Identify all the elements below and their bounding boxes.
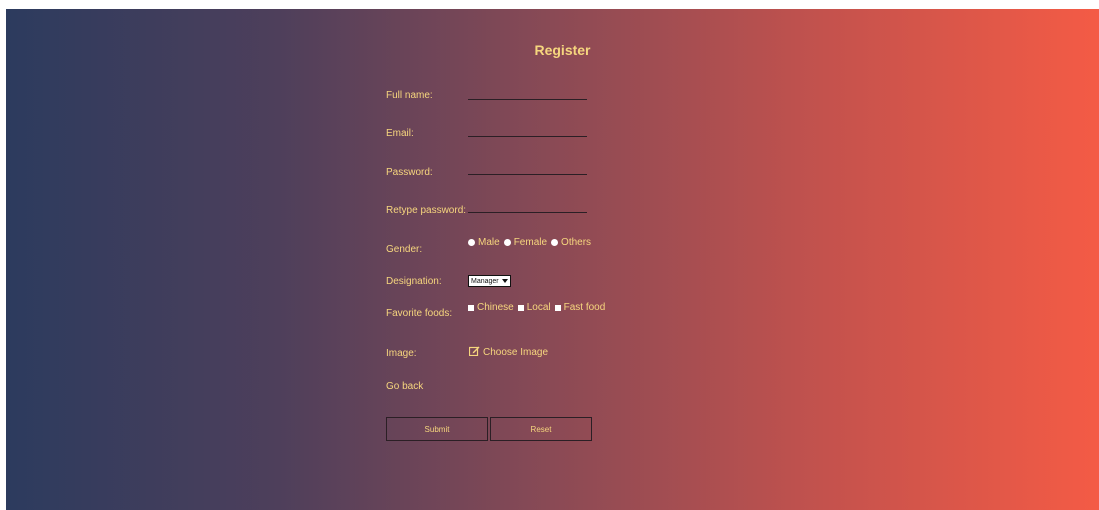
password-input[interactable] xyxy=(468,162,587,175)
gender-options: Male Female Others xyxy=(467,237,594,248)
email-label: Email: xyxy=(386,128,414,139)
password-label: Password: xyxy=(386,167,433,178)
food-fastfood-checkbox[interactable] xyxy=(554,304,561,311)
favorite-foods-options: Chinese Local Fast food xyxy=(467,302,608,313)
food-local-label: Local xyxy=(526,302,551,313)
designation-selected-value: Manager xyxy=(471,277,499,285)
full-name-label: Full name: xyxy=(386,90,433,101)
gender-female-label: Female xyxy=(513,237,548,248)
gender-label: Gender: xyxy=(386,244,423,255)
gender-male-label: Male xyxy=(478,237,500,248)
submit-button[interactable]: Submit xyxy=(386,417,488,441)
gender-others-label: Others xyxy=(561,237,592,248)
go-back-link[interactable]: Go back xyxy=(386,381,423,392)
gender-others-radio[interactable] xyxy=(551,239,559,246)
image-label: Image: xyxy=(386,348,417,359)
choose-image-label: Choose Image xyxy=(483,347,549,358)
retype-password-label: Retype password: xyxy=(386,205,467,216)
full-name-input[interactable] xyxy=(468,87,587,100)
food-chinese-label: Chinese xyxy=(477,302,514,313)
food-local-checkbox[interactable] xyxy=(517,304,524,311)
favorite-foods-label: Favorite foods: xyxy=(386,308,453,319)
gender-female-radio[interactable] xyxy=(503,239,511,246)
food-fastfood-label: Fast food xyxy=(563,302,606,313)
reset-button[interactable]: Reset xyxy=(490,417,592,441)
designation-select[interactable]: Manager xyxy=(468,275,511,287)
choose-image-button[interactable]: Choose Image xyxy=(468,346,549,359)
food-chinese-checkbox[interactable] xyxy=(468,304,474,311)
edit-icon xyxy=(468,346,480,359)
register-page: Register Full name: Email: Password: Ret… xyxy=(6,9,1099,510)
page-title: Register xyxy=(534,42,591,58)
gender-male-radio[interactable] xyxy=(468,239,475,246)
designation-label: Designation: xyxy=(386,276,442,287)
email-input[interactable] xyxy=(468,124,587,137)
chevron-down-icon xyxy=(501,279,508,283)
retype-password-input[interactable] xyxy=(468,200,587,213)
